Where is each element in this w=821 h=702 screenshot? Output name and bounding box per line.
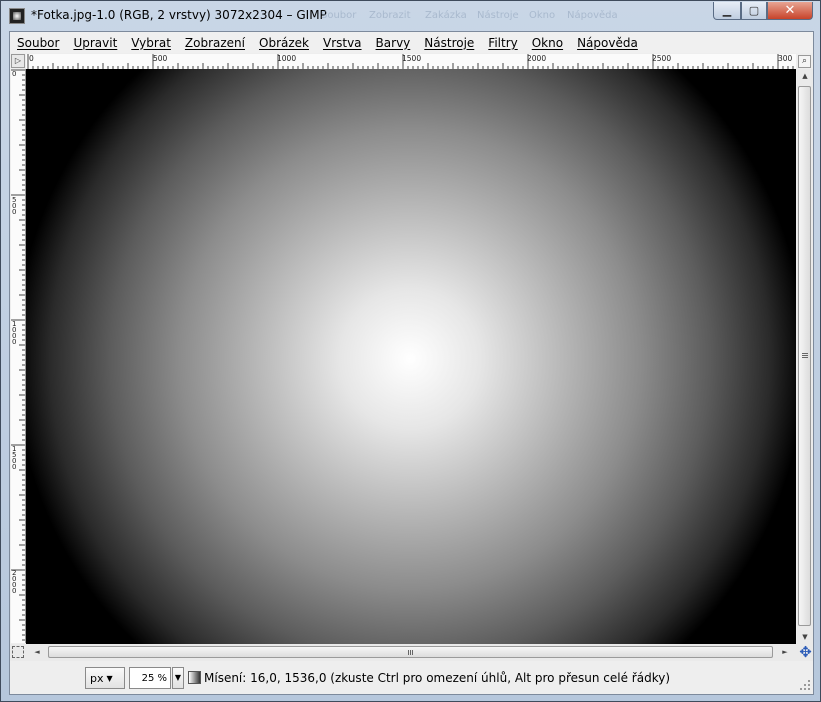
hruler-label-3000: 300 (778, 54, 793, 63)
horizontal-scroll-row: ◄ ► ✥ (10, 644, 813, 661)
menu-vybrat[interactable]: Vybrat (124, 36, 178, 50)
zoom-input[interactable]: 25 % (129, 667, 171, 689)
hruler-label-0: 0 (29, 54, 34, 63)
window-title: *Fotka.jpg-1.0 (RGB, 2 vrstvy) 3072x2304… (31, 8, 327, 22)
image-canvas[interactable] (26, 69, 796, 644)
grip-line (410, 650, 411, 655)
blend-tool-icon (188, 671, 201, 684)
scroll-right-icon[interactable]: ► (778, 645, 792, 660)
status-bar: px ▼ 25 % ▼ Mísení: 16,0, 1536,0 (zkuste… (10, 661, 813, 694)
radial-gradient-image (26, 69, 796, 644)
menu-zobrazeni[interactable]: Zobrazení (178, 36, 252, 50)
close-button[interactable]: ✕ (767, 2, 813, 20)
scroll-up-icon[interactable]: ▲ (797, 69, 813, 83)
zoom-fit-icon[interactable]: ⌕ (798, 55, 811, 68)
ghost-menu-1: Soubor (321, 10, 357, 21)
navigate-icon[interactable]: ✥ (798, 645, 813, 660)
grip-line (802, 355, 808, 356)
horizontal-scrollbar[interactable]: ◄ ► (26, 645, 796, 660)
ruler-corner-menu-button[interactable]: ▷ (11, 54, 25, 68)
vruler-label-2000: 2000 (12, 569, 17, 595)
horizontal-ruler[interactable]: 0 500 1000 1500 2000 2500 300 (26, 54, 796, 70)
minimize-icon: ▁ (722, 4, 732, 17)
menu-upravit[interactable]: Upravit (66, 36, 124, 50)
gimp-image-window: *Fotka.jpg-1.0 (RGB, 2 vrstvy) 3072x2304… (0, 0, 821, 702)
horizontal-scroll-thumb[interactable] (48, 646, 773, 658)
menu-okno[interactable]: Okno (525, 36, 570, 50)
menu-bar: Soubor Upravit Vybrat Zobrazení Obrázek … (10, 32, 813, 53)
unit-select[interactable]: px ▼ (85, 667, 125, 689)
minimize-button[interactable]: ▁ (713, 2, 741, 20)
grip-line (412, 650, 413, 655)
zoom-dropdown-button[interactable]: ▼ (172, 667, 184, 689)
grip-line (802, 357, 808, 358)
ghost-menu-4: Nástroje (477, 10, 519, 21)
vertical-scroll-thumb[interactable] (798, 86, 811, 626)
menu-soubor[interactable]: Soubor (10, 36, 66, 50)
ghost-menu-2: Zobrazit (369, 10, 411, 21)
grip-line (802, 353, 808, 354)
client-area: Soubor Upravit Vybrat Zobrazení Obrázek … (9, 31, 814, 695)
status-message: Mísení: 16,0, 1536,0 (zkuste Ctrl pro om… (204, 671, 671, 685)
vertical-scrollbar[interactable]: ▲ ▼ (797, 69, 813, 644)
close-icon: ✕ (784, 3, 796, 18)
title-bar[interactable]: *Fotka.jpg-1.0 (RGB, 2 vrstvy) 3072x2304… (1, 1, 820, 31)
vertical-ruler-ticks (11, 69, 25, 641)
hruler-label-1000: 1000 (277, 54, 297, 63)
vruler-label-1500: 1500 (12, 445, 17, 471)
grip-line (408, 650, 409, 655)
unit-value: px (90, 671, 104, 685)
hruler-label-2000: 2000 (527, 54, 547, 63)
vruler-label-1000: 1000 (12, 320, 17, 346)
resize-grip-icon[interactable] (799, 679, 811, 691)
menu-filtry[interactable]: Filtry (481, 36, 524, 50)
ghost-menu-5: Okno (529, 10, 556, 21)
chevron-down-icon: ▼ (106, 673, 113, 683)
ghost-menu-3: Zakázka (425, 10, 467, 21)
vruler-label-500: 500 (12, 196, 17, 216)
maximize-icon: ▢ (748, 4, 760, 17)
menu-obrazek[interactable]: Obrázek (252, 36, 316, 50)
scroll-down-icon[interactable]: ▼ (797, 630, 813, 644)
vruler-label-0: 0 (12, 70, 17, 78)
hruler-label-2500: 2500 (652, 54, 672, 63)
menu-barvy[interactable]: Barvy (369, 36, 418, 50)
maximize-button[interactable]: ▢ (741, 2, 767, 20)
app-icon[interactable] (9, 8, 25, 24)
vertical-ruler[interactable]: 0 500 1000 1500 2000 (11, 69, 26, 643)
hruler-label-1500: 1500 (402, 54, 422, 63)
menu-napoveda[interactable]: Nápověda (570, 36, 645, 50)
menu-vrstva[interactable]: Vrstva (316, 36, 369, 50)
menu-nastroje[interactable]: Nástroje (417, 36, 481, 50)
ghost-menu-6: Nápověda (567, 10, 618, 21)
hruler-label-500: 500 (153, 54, 168, 63)
quickmask-icon[interactable] (12, 646, 24, 658)
scroll-left-icon[interactable]: ◄ (30, 645, 44, 660)
